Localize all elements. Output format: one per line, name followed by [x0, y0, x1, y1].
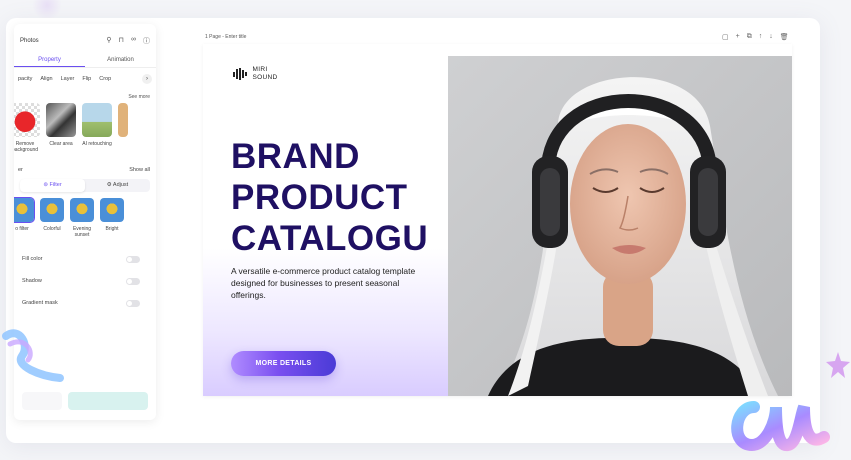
chevron-right-icon[interactable]: › [142, 74, 152, 84]
woman-headphones-image [448, 56, 792, 396]
duplicate-icon[interactable]: ⧉ [747, 33, 752, 41]
panel-tabs: Property Animation [14, 54, 156, 68]
show-all-link[interactable]: Show all [129, 167, 150, 173]
filter-presets: o filter Colorful Evening sunset Bright [14, 192, 152, 238]
shadow-toggle[interactable] [126, 277, 140, 285]
filter-section-header: er Show all [14, 153, 156, 173]
filter-tab-label: Filter [49, 182, 62, 188]
option-label: Shadow [22, 278, 42, 284]
delete-icon[interactable]: 🗑 [780, 33, 789, 41]
option-label: Gradient mask [22, 300, 58, 306]
ribbon-decoration [2, 329, 64, 382]
subtab-crop[interactable]: Crop [99, 76, 111, 82]
star-decoration [826, 352, 850, 378]
filter-tab-button[interactable]: ⊚ Filter [20, 179, 85, 192]
brand-logo[interactable]: MIRI SOUND [233, 66, 277, 82]
balloon-thumb [100, 198, 124, 222]
page-toolbar: ▢ + ⧉ ↑ ↓ 🗑 [722, 33, 789, 41]
more-details-button[interactable]: MORE DETAILS [231, 351, 336, 376]
faded-button[interactable] [22, 392, 62, 410]
subtab-align[interactable]: Align [40, 76, 52, 82]
option-label: Fill color [22, 256, 43, 262]
see-more-link[interactable]: See more [14, 84, 156, 100]
description-text[interactable]: A versatile e-commerce product catalog t… [231, 265, 416, 301]
page-title-label[interactable]: 1 Page - Enter title [205, 34, 246, 40]
tool-remove-background[interactable]: Remove background [14, 103, 40, 153]
model-photo[interactable] [448, 56, 792, 396]
fill-color-toggle[interactable] [126, 255, 140, 263]
filter-preset[interactable]: Evening sunset [70, 198, 94, 238]
adjust-tab-label: Adjust [112, 182, 129, 188]
more-thumb [118, 103, 128, 137]
info-icon[interactable]: ⓘ [143, 36, 150, 46]
panel-title: Photos [20, 38, 39, 44]
filter-adjust-toggle: ⊚ Filter ⚙ Adjust [20, 179, 150, 192]
balloon-thumb [14, 197, 35, 223]
clear-thumb [46, 103, 76, 137]
panel-footer [22, 392, 148, 410]
format-paint-icon[interactable]: ⚲ [106, 36, 111, 46]
subtab-opacity[interactable]: pacity [18, 76, 32, 82]
filter-label: Bright [105, 226, 119, 232]
logo-line-2: SOUND [252, 74, 278, 81]
subtab-flip[interactable]: Flip [82, 76, 91, 82]
apple-thumb [14, 103, 40, 137]
filter-label: Evening sunset [72, 226, 92, 238]
balloon-thumb [40, 198, 64, 222]
filter-label: Colorful [43, 226, 61, 232]
design-canvas[interactable]: MIRI SOUND BRAND PRODUCT CATALOGU A vers… [203, 44, 792, 396]
tool-label: Remove background [14, 141, 39, 153]
faded-primary-button[interactable] [68, 392, 148, 410]
tool-clear-area[interactable]: Clear area [46, 103, 76, 153]
add-page-icon[interactable]: + [736, 33, 740, 41]
ai-tools-row: Remove background Clear area AI retouchi… [14, 100, 152, 153]
subtab-layer[interactable]: Layer [61, 76, 75, 82]
lock-icon[interactable]: ⊓ [119, 36, 124, 46]
tool-label: Clear area [49, 141, 73, 147]
script-letter-decoration [731, 401, 830, 452]
move-up-icon[interactable]: ↑ [759, 33, 763, 41]
filter-preset[interactable]: o filter [14, 197, 35, 238]
page-icon[interactable]: ▢ [722, 33, 729, 41]
gradient-mask-row: Gradient mask [14, 292, 156, 314]
tool-more[interactable] [118, 103, 128, 153]
tool-ai-retouching[interactable]: AI retouching [82, 103, 112, 153]
fill-color-row: Fill color [14, 248, 156, 270]
shadow-row: Shadow [14, 270, 156, 292]
adjust-tab-button[interactable]: ⚙ Adjust [85, 179, 150, 192]
tab-property[interactable]: Property [14, 54, 85, 67]
gradient-mask-toggle[interactable] [126, 299, 140, 307]
filter-preset[interactable]: Colorful [40, 198, 64, 238]
background-glow [32, 0, 62, 20]
panel-header: Photos ⚲ ⊓ ∞ ⓘ [14, 24, 156, 46]
property-subtabs: pacity Align Layer Flip Crop › [14, 68, 156, 84]
tool-label: AI retouching [82, 141, 112, 147]
filter-preset[interactable]: Bright [100, 198, 124, 238]
link-icon[interactable]: ∞ [131, 36, 136, 46]
sound-wave-icon [233, 68, 247, 80]
filter-heading: er [18, 167, 23, 173]
canvas-text-area: MIRI SOUND BRAND PRODUCT CATALOGU A vers… [203, 44, 448, 396]
tab-animation[interactable]: Animation [85, 54, 156, 67]
move-down-icon[interactable]: ↓ [769, 33, 773, 41]
logo-line-1: MIRI [252, 66, 268, 73]
ai-thumb [82, 103, 112, 137]
balloon-thumb [70, 198, 94, 222]
filter-label: o filter [15, 226, 29, 232]
